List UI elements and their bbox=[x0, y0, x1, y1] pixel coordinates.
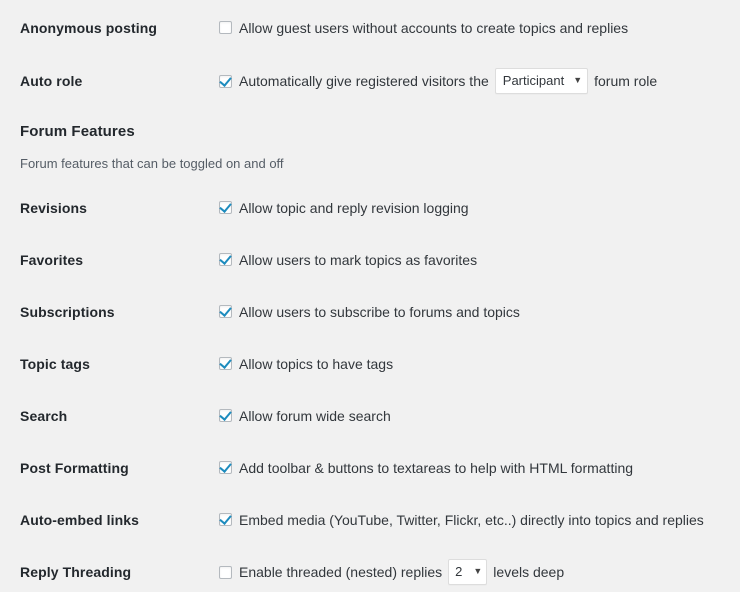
reply-threading-depth-select[interactable]: 2 ▼ bbox=[448, 559, 488, 585]
row-label-revisions: Revisions bbox=[20, 200, 88, 216]
row-label-favorites: Favorites bbox=[20, 252, 84, 268]
auto-embed-links-description: Embed media (YouTube, Twitter, Flickr, e… bbox=[239, 512, 704, 528]
post-formatting-description: Add toolbar & buttons to textareas to he… bbox=[239, 460, 634, 476]
row-field-auto-role: Automatically give registered visitors t… bbox=[200, 68, 740, 94]
auto-embed-links-checkbox[interactable] bbox=[219, 513, 232, 526]
row-field-auto-embed-links: Embed media (YouTube, Twitter, Flickr, e… bbox=[200, 511, 740, 529]
setting-row-topic-tags: Topic tags Allow topics to have tags bbox=[0, 355, 740, 373]
row-label-reply-threading: Reply Threading bbox=[20, 564, 132, 580]
forum-settings-form: Anonymous posting Allow guest users with… bbox=[0, 0, 740, 592]
setting-row-auto-embed-links: Auto-embed links Embed media (YouTube, T… bbox=[0, 511, 740, 529]
setting-row-post-formatting: Post Formatting Add toolbar & buttons to… bbox=[0, 459, 740, 477]
auto-role-select[interactable]: Participant ▼ bbox=[494, 68, 589, 94]
row-field-topic-tags: Allow topics to have tags bbox=[200, 355, 740, 373]
section-forum-features-description-wrap: Forum features that can be toggled on an… bbox=[20, 154, 284, 174]
setting-row-search: Search Allow forum wide search bbox=[0, 407, 740, 425]
anonymous-posting-checkbox[interactable] bbox=[219, 21, 232, 34]
setting-row-anonymous-posting: Anonymous posting Allow guest users with… bbox=[0, 19, 740, 37]
row-label-auto-role: Auto role bbox=[20, 73, 83, 89]
row-field-favorites: Allow users to mark topics as favorites bbox=[200, 251, 740, 269]
setting-row-reply-threading: Reply Threading Enable threaded (nested)… bbox=[0, 559, 740, 585]
row-field-search: Allow forum wide search bbox=[200, 407, 740, 425]
row-field-reply-threading: Enable threaded (nested) replies 2 ▼ lev… bbox=[200, 559, 740, 585]
subscriptions-checkbox[interactable] bbox=[219, 305, 232, 318]
row-field-revisions: Allow topic and reply revision logging bbox=[200, 199, 740, 217]
search-checkbox[interactable] bbox=[219, 409, 232, 422]
row-label-anonymous-posting: Anonymous posting bbox=[20, 20, 158, 36]
row-label-topic-tags: Topic tags bbox=[20, 356, 90, 372]
reply-threading-text-after: levels deep bbox=[493, 563, 565, 580]
row-field-subscriptions: Allow users to subscribe to forums and t… bbox=[200, 303, 740, 321]
favorites-checkbox[interactable] bbox=[219, 253, 232, 266]
section-description: Forum features that can be toggled on an… bbox=[20, 156, 284, 171]
setting-row-favorites: Favorites Allow users to mark topics as … bbox=[0, 251, 740, 269]
section-forum-features: Forum Features bbox=[20, 121, 135, 142]
auto-role-text-after: forum role bbox=[594, 72, 658, 89]
anonymous-posting-description: Allow guest users without accounts to cr… bbox=[239, 20, 629, 36]
setting-row-subscriptions: Subscriptions Allow users to subscribe t… bbox=[0, 303, 740, 321]
row-field-anonymous-posting: Allow guest users without accounts to cr… bbox=[200, 19, 740, 37]
reply-threading-checkbox[interactable] bbox=[219, 565, 232, 579]
row-label-post-formatting: Post Formatting bbox=[20, 460, 129, 476]
section-title: Forum Features bbox=[20, 123, 135, 140]
revisions-description: Allow topic and reply revision logging bbox=[239, 200, 469, 216]
post-formatting-checkbox[interactable] bbox=[219, 461, 232, 474]
row-field-post-formatting: Add toolbar & buttons to textareas to he… bbox=[200, 459, 740, 477]
auto-role-select-value: Participant bbox=[502, 73, 565, 88]
reply-threading-text-before: Enable threaded (nested) replies bbox=[239, 563, 443, 580]
auto-role-checkbox[interactable] bbox=[219, 74, 232, 88]
search-description: Allow forum wide search bbox=[239, 408, 391, 424]
row-label-search: Search bbox=[20, 408, 68, 424]
chevron-down-icon: ▼ bbox=[573, 74, 583, 85]
subscriptions-description: Allow users to subscribe to forums and t… bbox=[239, 304, 520, 320]
reply-threading-depth-value: 2 bbox=[455, 564, 463, 579]
setting-row-revisions: Revisions Allow topic and reply revision… bbox=[0, 199, 740, 217]
auto-role-text-before: Automatically give registered visitors t… bbox=[239, 72, 489, 89]
favorites-description: Allow users to mark topics as favorites bbox=[239, 252, 478, 268]
row-label-auto-embed-links: Auto-embed links bbox=[20, 512, 140, 528]
setting-row-auto-role: Auto role Automatically give registered … bbox=[0, 68, 740, 94]
revisions-checkbox[interactable] bbox=[219, 201, 232, 214]
row-label-subscriptions: Subscriptions bbox=[20, 304, 115, 320]
topic-tags-description: Allow topics to have tags bbox=[239, 356, 394, 372]
chevron-down-icon: ▼ bbox=[473, 565, 483, 576]
topic-tags-checkbox[interactable] bbox=[219, 357, 232, 370]
